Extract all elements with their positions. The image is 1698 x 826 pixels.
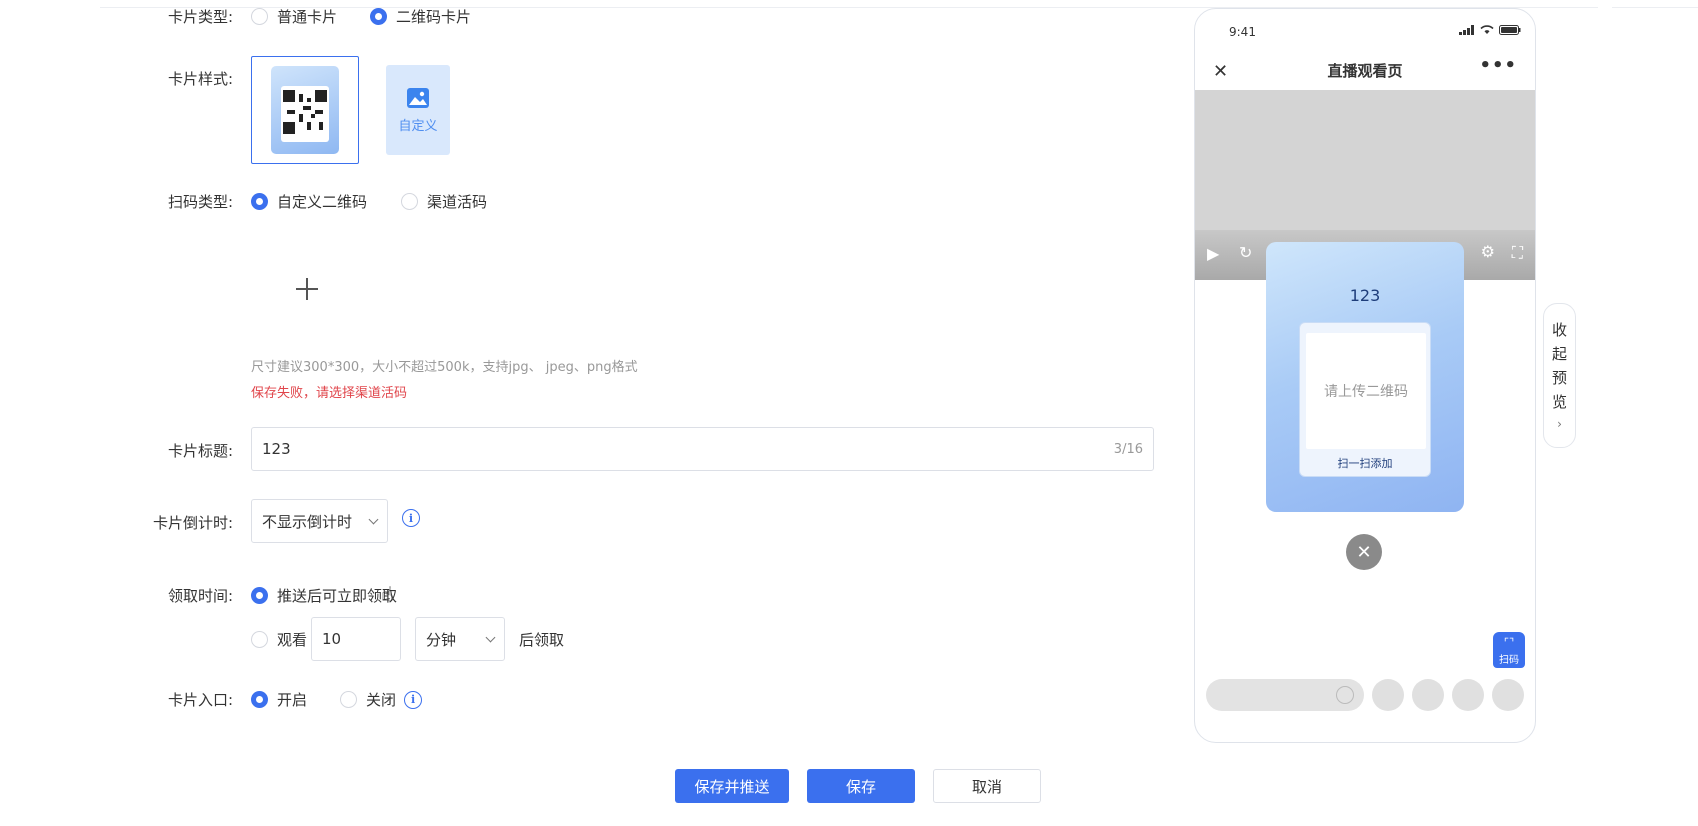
preview-qrcode-card: 123 请上传二维码 扫一扫添加 <box>1266 242 1464 512</box>
bottom-action-3[interactable] <box>1452 679 1484 711</box>
card-title-value: 123 <box>262 440 291 458</box>
radio-dot-selected <box>251 691 268 708</box>
emoji-icon[interactable] <box>1336 686 1354 704</box>
bottom-action-1[interactable] <box>1372 679 1404 711</box>
image-icon <box>407 87 429 108</box>
comment-input[interactable] <box>1206 679 1364 711</box>
upload-hint: 尺寸建议300*300，大小不超过500k，支持jpg、 jpeg、png格式 <box>251 360 638 375</box>
card-entry-radio-group: 开启 关闭 i <box>251 689 423 710</box>
radio-custom-qrcode[interactable]: 自定义二维码 <box>251 191 367 212</box>
battery-icon <box>1499 25 1521 35</box>
card-type-label: 卡片类型: <box>167 8 233 26</box>
radio-dot-selected <box>251 193 268 210</box>
hand-cursor-icon: ☝ <box>381 582 394 606</box>
chevron-down-icon <box>485 632 496 642</box>
error-message: 保存失败，请选择渠道活码 <box>251 386 408 401</box>
radio-dot-selected <box>370 8 388 25</box>
claim-option-after-watch: 观看 10 分钟 后领取 <box>251 617 564 661</box>
scan-fab-button[interactable]: ⌜⌝ 扫码 <box>1493 632 1525 668</box>
qrcode-template-thumb <box>271 66 339 154</box>
save-button[interactable]: 保存 <box>807 769 915 803</box>
claim-option-immediate: 推送后可立即领取 <box>251 585 427 606</box>
card-title-input[interactable]: 123 3/16 <box>251 427 1154 471</box>
radio-claim-immediate[interactable]: 推送后可立即领取 <box>251 585 397 606</box>
radio-dot-selected <box>251 587 268 604</box>
style-option-qrcode-template[interactable] <box>251 56 359 164</box>
style-option-custom[interactable]: 自定义 <box>386 65 450 155</box>
info-icon[interactable]: i <box>402 509 420 527</box>
radio-qrcode-card[interactable]: 二维码卡片 <box>370 6 471 27</box>
status-icons <box>1459 25 1521 35</box>
top-divider-right <box>1612 7 1698 8</box>
wifi-icon <box>1480 25 1494 34</box>
claim-suffix: 后领取 <box>519 630 565 649</box>
bottom-action-4[interactable] <box>1492 679 1524 711</box>
chevron-down-icon <box>368 514 379 524</box>
more-icon[interactable]: ••• <box>1479 55 1517 76</box>
refresh-icon[interactable]: ↻ <box>1239 243 1252 262</box>
countdown-select[interactable]: 不显示倒计时 <box>251 499 388 543</box>
radio-dot <box>251 630 268 648</box>
bottom-action-2[interactable] <box>1412 679 1444 711</box>
radio-dot <box>251 8 268 25</box>
radio-claim-after-watch[interactable]: 观看 <box>251 629 307 650</box>
scan-icon: ⌜⌝ <box>1503 636 1515 649</box>
countdown-label: 卡片倒计时: <box>152 514 233 532</box>
watch-minutes-input[interactable]: 10 <box>311 617 402 661</box>
radio-dot <box>401 193 419 210</box>
play-icon[interactable]: ▶ <box>1207 244 1219 263</box>
scan-type-radio-group: 自定义二维码 渠道活码 <box>251 191 517 212</box>
radio-entry-off[interactable]: 关闭 <box>340 689 396 710</box>
plus-icon <box>296 278 318 300</box>
card-close-icon[interactable]: ✕ <box>1346 534 1382 570</box>
status-time: 9:41 <box>1229 25 1256 39</box>
scan-type-label: 扫码类型: <box>167 193 233 211</box>
card-title-label: 卡片标题: <box>167 442 233 460</box>
countdown-value: 不显示倒计时 <box>262 512 353 531</box>
collapse-preview-button[interactable]: 收 起 预 览 › <box>1543 303 1576 448</box>
radio-dot <box>340 691 358 708</box>
fullscreen-icon[interactable]: ⛶ <box>1512 243 1523 263</box>
claim-time-label: 领取时间: <box>167 587 233 605</box>
card-entry-label: 卡片入口: <box>167 691 233 709</box>
save-and-push-button[interactable]: 保存并推送 <box>675 769 789 803</box>
card-style-label: 卡片样式: <box>167 70 233 88</box>
signal-icon <box>1459 25 1474 35</box>
preview-qr-wrap: 请上传二维码 扫一扫添加 <box>1299 322 1431 477</box>
qr-placeholder: 请上传二维码 <box>1306 333 1426 449</box>
scan-add-text: 扫一扫添加 <box>1337 457 1393 470</box>
radio-channel-code[interactable]: 渠道活码 <box>401 191 487 212</box>
char-count: 3/16 <box>1113 441 1143 457</box>
preview-card-title: 123 <box>1349 286 1381 305</box>
info-icon[interactable]: i <box>404 690 423 709</box>
chevron-right-icon: › <box>1557 416 1562 431</box>
radio-normal-card[interactable]: 普通卡片 <box>251 6 337 27</box>
cancel-button[interactable]: 取消 <box>933 769 1041 803</box>
card-type-radio-group: 普通卡片 二维码卡片 <box>251 6 501 27</box>
gear-icon[interactable]: ⚙ <box>1481 242 1495 261</box>
upload-qrcode-area[interactable] <box>247 239 367 339</box>
time-unit-select[interactable]: 分钟 <box>415 617 506 661</box>
phone-preview: 9:41 ✕ 直播观看页 ••• ▶ ↻ ⚙ ⛶ 123 请上传二维码 扫一扫添… <box>1194 8 1536 743</box>
radio-entry-on[interactable]: 开启 <box>251 689 307 710</box>
qrcode-icon <box>283 90 327 134</box>
